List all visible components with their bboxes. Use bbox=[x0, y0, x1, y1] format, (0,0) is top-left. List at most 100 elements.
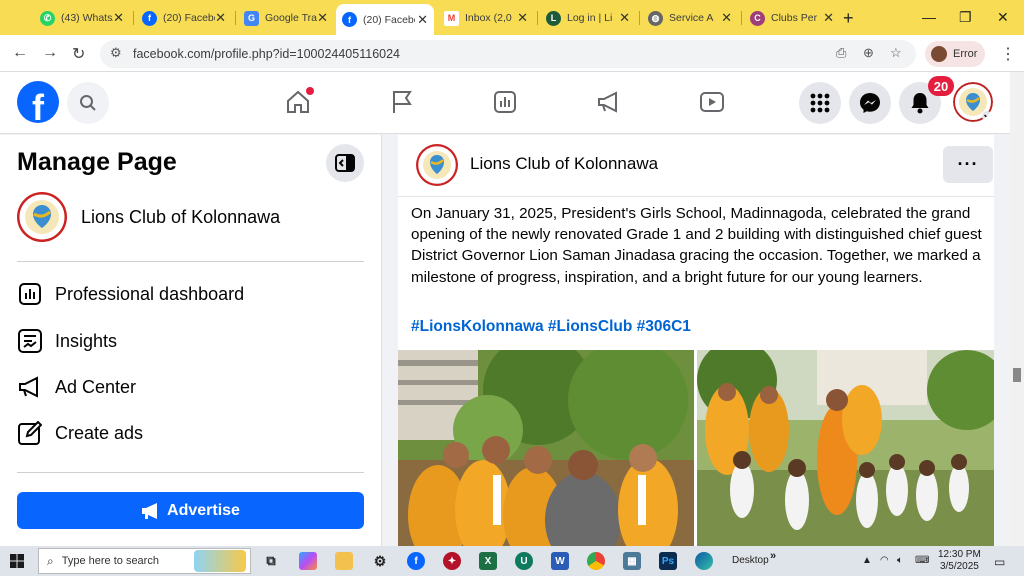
profile-error-button[interactable]: Error bbox=[925, 41, 985, 67]
chevron-up-icon[interactable]: ▲ bbox=[862, 555, 872, 566]
minimize-icon[interactable]: — bbox=[922, 9, 936, 25]
sidebar-item-professional-dashboard[interactable]: Professional dashboard bbox=[17, 281, 244, 307]
post-author[interactable]: Lions Club of Kolonnawa bbox=[470, 154, 658, 174]
dashboard-tab[interactable] bbox=[485, 84, 525, 120]
desktop-toolbar-label[interactable]: Desktop bbox=[732, 555, 769, 566]
back-icon[interactable]: ← bbox=[12, 44, 28, 62]
messenger-icon bbox=[860, 93, 880, 113]
restore-icon[interactable]: ❐ bbox=[959, 9, 972, 26]
taskbar-clock[interactable]: 12:30 PM 3/5/2025 bbox=[938, 549, 981, 573]
search-highlight-image bbox=[194, 550, 246, 572]
post-card: Lions Club of Kolonnawa ··· On January 3… bbox=[398, 135, 994, 547]
flag-icon bbox=[393, 91, 412, 113]
sidebar-item-create-ads[interactable]: Create ads bbox=[17, 420, 143, 446]
calculator-icon[interactable]: ▦ bbox=[623, 552, 641, 570]
chart-icon bbox=[494, 91, 516, 113]
browser-tab[interactable]: L Log in | Li ✕ bbox=[540, 6, 636, 30]
bookmark-star-icon[interactable]: ☆ bbox=[890, 45, 902, 61]
close-tab-icon[interactable]: ✕ bbox=[317, 10, 328, 26]
taskbar-search-input[interactable]: ⌕ Type here to search bbox=[38, 548, 251, 574]
author-avatar[interactable] bbox=[416, 144, 458, 186]
home-notification-dot bbox=[306, 87, 314, 95]
profile-avatar[interactable] bbox=[953, 82, 993, 122]
browser-tab-active[interactable]: f (20) Facebook ✕ bbox=[336, 4, 434, 35]
sidebar-item-ad-center[interactable]: Ad Center bbox=[17, 374, 136, 400]
search-icon bbox=[80, 95, 96, 111]
site-info-icon[interactable]: ⚙ bbox=[110, 45, 122, 61]
file-explorer-icon[interactable] bbox=[335, 552, 353, 570]
search-button[interactable] bbox=[67, 82, 109, 124]
close-window-icon[interactable]: ✕ bbox=[997, 9, 1009, 26]
scrollbar-thumb[interactable] bbox=[1013, 368, 1021, 382]
toggle-sidebar-button[interactable] bbox=[326, 144, 364, 182]
zoom-icon[interactable]: ⊕ bbox=[863, 45, 874, 61]
insights-icon bbox=[17, 328, 43, 354]
close-tab-icon[interactable]: ✕ bbox=[517, 10, 528, 26]
word-icon[interactable]: W bbox=[551, 552, 569, 570]
upwork-icon[interactable]: U bbox=[515, 552, 533, 570]
page-switcher[interactable]: Lions Club of Kolonnawa bbox=[17, 192, 280, 242]
browser-menu-icon[interactable]: ⋮ bbox=[1000, 44, 1016, 64]
close-tab-icon[interactable]: ✕ bbox=[417, 12, 428, 28]
megaphone-icon bbox=[142, 502, 158, 519]
close-tab-icon[interactable]: ✕ bbox=[721, 10, 732, 26]
task-view-icon[interactable]: ⧉ bbox=[262, 552, 280, 570]
edit-icon bbox=[17, 420, 43, 446]
post-photo[interactable] bbox=[398, 350, 694, 547]
browser-tab[interactable]: ◍ Service A ✕ bbox=[642, 6, 738, 30]
video-tab[interactable] bbox=[692, 84, 732, 120]
chrome-icon[interactable] bbox=[587, 552, 605, 570]
excel-icon[interactable]: X bbox=[479, 552, 497, 570]
copilot-icon[interactable] bbox=[299, 552, 317, 570]
lions-icon: L bbox=[546, 10, 561, 26]
photoshop-icon[interactable]: Ps bbox=[659, 552, 677, 570]
megaphone-icon bbox=[598, 91, 617, 113]
settings-icon[interactable]: ⚙ bbox=[371, 552, 389, 570]
browser-tab[interactable]: M Inbox (2,0 ✕ bbox=[438, 6, 534, 30]
chevron-right-icon[interactable]: » bbox=[770, 550, 776, 562]
close-tab-icon[interactable]: ✕ bbox=[113, 10, 124, 26]
new-tab-button[interactable]: + bbox=[843, 8, 854, 29]
app-icon[interactable]: ✦ bbox=[443, 552, 461, 570]
forward-icon[interactable]: → bbox=[42, 44, 58, 62]
install-app-icon[interactable]: ⎙ bbox=[836, 45, 846, 61]
notification-count-badge: 20 bbox=[928, 76, 954, 96]
browser-tab[interactable]: f (20) Facebook ✕ bbox=[136, 6, 232, 30]
browser-tab[interactable]: ✆ (43) WhatsApp ✕ bbox=[34, 6, 130, 30]
facebook-logo-icon[interactable]: f bbox=[17, 81, 59, 123]
page-logo bbox=[17, 192, 67, 242]
post-header: Lions Club of Kolonnawa ··· bbox=[398, 135, 994, 197]
edge-icon[interactable] bbox=[695, 552, 713, 570]
messenger-button[interactable] bbox=[849, 82, 891, 124]
wifi-icon[interactable]: ◠ bbox=[880, 555, 889, 566]
whatsapp-icon: ✆ bbox=[40, 10, 55, 26]
dashboard-icon bbox=[17, 281, 43, 307]
ads-tab[interactable] bbox=[589, 84, 629, 120]
sidebar-collapse-icon bbox=[335, 154, 355, 172]
facebook-app-icon[interactable]: f bbox=[407, 552, 425, 570]
pages-tab[interactable] bbox=[382, 84, 422, 120]
close-tab-icon[interactable]: ✕ bbox=[619, 10, 630, 26]
browser-tab[interactable]: C Clubs Per ✕ bbox=[744, 6, 840, 30]
notification-center-icon[interactable]: ▭ bbox=[994, 555, 1005, 569]
url-bar[interactable]: ⚙ facebook.com/profile.php?id=1000244051… bbox=[100, 40, 916, 68]
advertise-button[interactable]: Advertise bbox=[17, 492, 364, 529]
windows-start-icon[interactable] bbox=[10, 554, 24, 568]
menu-button[interactable] bbox=[799, 82, 841, 124]
bell-icon bbox=[911, 93, 929, 114]
volume-icon[interactable]: 🔈︎ bbox=[897, 555, 903, 566]
keyboard-icon[interactable]: ⌨ bbox=[915, 555, 929, 566]
close-tab-icon[interactable]: ✕ bbox=[215, 10, 226, 26]
page-scrollbar[interactable] bbox=[1010, 72, 1024, 546]
reload-icon[interactable]: ↻ bbox=[72, 44, 85, 64]
browser-tab[interactable]: G Google Translate ✕ bbox=[238, 6, 334, 30]
close-tab-icon[interactable]: ✕ bbox=[823, 10, 834, 26]
post-hashtags[interactable]: #LionsKolonnawa #LionsClub #306C1 bbox=[411, 318, 691, 336]
post-body-text: On January 31, 2025, President's Girls S… bbox=[411, 205, 982, 286]
sidebar-item-insights[interactable]: Insights bbox=[17, 328, 117, 354]
post-options-button[interactable]: ··· bbox=[943, 146, 993, 183]
post-photo[interactable] bbox=[697, 350, 994, 547]
search-icon: ⌕ bbox=[47, 553, 54, 568]
address-bar-row: ← → ↻ ⚙ facebook.com/profile.php?id=1000… bbox=[0, 35, 1024, 72]
facebook-header: f 20 bbox=[0, 72, 1010, 134]
